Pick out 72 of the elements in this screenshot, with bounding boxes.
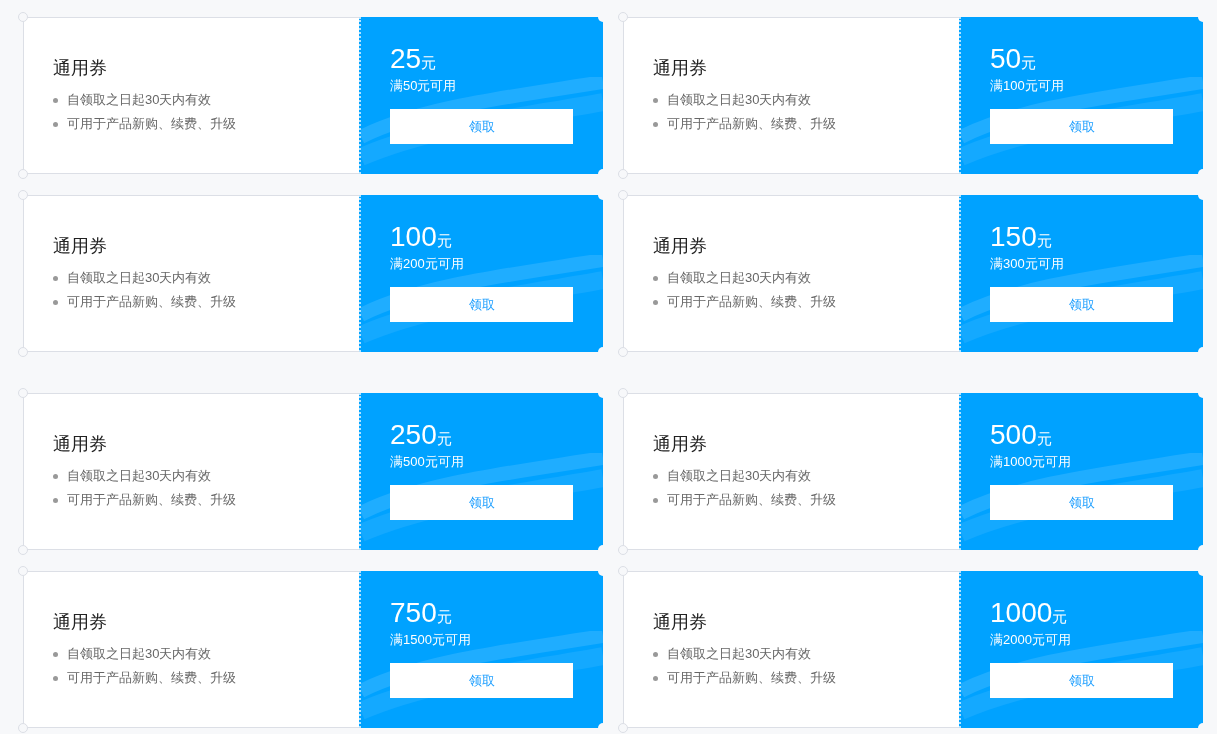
coupon-title: 通用券 bbox=[653, 57, 707, 80]
coupon-term: 可用于产品新购、续费、升级 bbox=[67, 669, 236, 688]
coupon-unit: 元 bbox=[436, 609, 452, 624]
coupon-condition: 满200元可用 bbox=[390, 255, 464, 273]
coupon-condition: 满100元可用 bbox=[990, 77, 1064, 95]
coupon-term: 自领取之日起30天内有效 bbox=[67, 645, 212, 664]
coupon-term: 自领取之日起30天内有效 bbox=[667, 645, 812, 664]
bullet-icon bbox=[53, 473, 58, 479]
claim-button[interactable]: 领取 bbox=[390, 485, 573, 520]
bullet-icon bbox=[653, 651, 658, 657]
bullet-icon bbox=[53, 275, 58, 281]
coupon-term: 可用于产品新购、续费、升级 bbox=[667, 293, 836, 312]
coupon-title: 通用券 bbox=[53, 611, 107, 634]
coupon-title: 通用券 bbox=[53, 57, 107, 80]
coupon-amount: 250 bbox=[390, 421, 437, 449]
coupon-term: 可用于产品新购、续费、升级 bbox=[67, 293, 236, 312]
bullet-icon bbox=[653, 497, 658, 503]
coupon-amount: 25 bbox=[390, 45, 422, 73]
coupon-amount: 100 bbox=[390, 223, 437, 251]
claim-button[interactable]: 领取 bbox=[390, 663, 573, 698]
coupon-term: 可用于产品新购、续费、升级 bbox=[667, 115, 836, 134]
coupon-amount: 500 bbox=[990, 421, 1037, 449]
claim-button[interactable]: 领取 bbox=[990, 485, 1173, 520]
coupon-title: 通用券 bbox=[653, 235, 707, 258]
coupon-condition: 满50元可用 bbox=[390, 77, 457, 95]
coupon-unit: 元 bbox=[1036, 431, 1052, 446]
coupon-term: 自领取之日起30天内有效 bbox=[67, 467, 212, 486]
coupon-unit: 元 bbox=[1021, 55, 1037, 70]
coupon-term: 自领取之日起30天内有效 bbox=[667, 269, 812, 288]
coupon-title: 通用券 bbox=[53, 235, 107, 258]
claim-button[interactable]: 领取 bbox=[990, 663, 1173, 698]
coupon-unit: 元 bbox=[421, 55, 437, 70]
bullet-icon bbox=[53, 121, 58, 127]
coupon-condition: 满1500元可用 bbox=[390, 631, 471, 649]
bullet-icon bbox=[53, 299, 58, 305]
coupon-term: 自领取之日起30天内有效 bbox=[67, 91, 212, 110]
coupon-condition: 满1000元可用 bbox=[990, 453, 1071, 471]
bullet-icon bbox=[53, 97, 58, 103]
coupon-unit: 元 bbox=[436, 431, 452, 446]
coupon-unit: 元 bbox=[436, 233, 452, 248]
bullet-icon bbox=[653, 121, 658, 127]
coupon-unit: 元 bbox=[1052, 609, 1068, 624]
coupon-term: 可用于产品新购、续费、升级 bbox=[67, 491, 236, 510]
coupon-term: 自领取之日起30天内有效 bbox=[667, 91, 812, 110]
bullet-icon bbox=[53, 497, 58, 503]
bullet-icon bbox=[653, 97, 658, 103]
coupon-condition: 满2000元可用 bbox=[990, 631, 1071, 649]
bullet-icon bbox=[653, 473, 658, 479]
coupon-condition: 满500元可用 bbox=[390, 453, 464, 471]
claim-button[interactable]: 领取 bbox=[990, 287, 1173, 322]
bullet-icon bbox=[53, 675, 58, 681]
coupon-title: 通用券 bbox=[653, 433, 707, 456]
bullet-icon bbox=[653, 275, 658, 281]
coupon-title: 通用券 bbox=[653, 611, 707, 634]
coupon-term: 可用于产品新购、续费、升级 bbox=[667, 491, 836, 510]
coupon-unit: 元 bbox=[1036, 233, 1052, 248]
claim-button[interactable]: 领取 bbox=[390, 109, 573, 144]
coupon-term: 可用于产品新购、续费、升级 bbox=[667, 669, 836, 688]
coupon-amount: 750 bbox=[390, 599, 437, 627]
coupon-condition: 满300元可用 bbox=[990, 255, 1064, 273]
claim-button[interactable]: 领取 bbox=[390, 287, 573, 322]
coupon-term: 可用于产品新购、续费、升级 bbox=[67, 115, 236, 134]
coupon-amount: 1000 bbox=[990, 599, 1053, 627]
coupon-amount: 50 bbox=[990, 45, 1022, 73]
bullet-icon bbox=[653, 675, 658, 681]
coupon-term: 自领取之日起30天内有效 bbox=[667, 467, 812, 486]
bullet-icon bbox=[53, 651, 58, 657]
bullet-icon bbox=[653, 299, 658, 305]
coupon-title: 通用券 bbox=[53, 433, 107, 456]
coupon-amount: 150 bbox=[990, 223, 1037, 251]
claim-button[interactable]: 领取 bbox=[990, 109, 1173, 144]
coupon-term: 自领取之日起30天内有效 bbox=[67, 269, 212, 288]
